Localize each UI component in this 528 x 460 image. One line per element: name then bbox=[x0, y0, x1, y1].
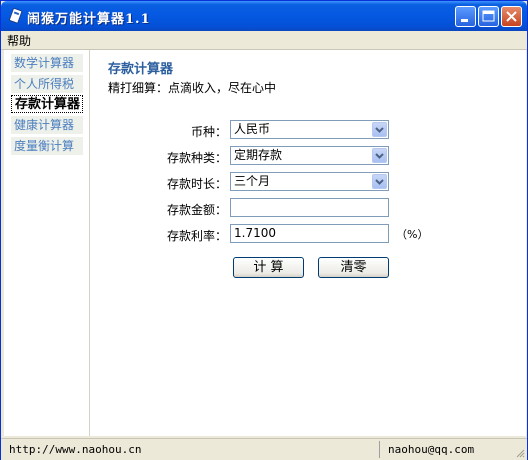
sidebar-item-income-tax[interactable]: 个人所得税 bbox=[11, 75, 83, 93]
menu-help[interactable]: 帮助 bbox=[7, 32, 31, 49]
main-panel: 存款计算器 精打细算：点滴收入，尽在心中 币种： 人民币 存款种类： 定期存款 … bbox=[90, 50, 526, 436]
app-icon bbox=[8, 8, 23, 24]
chevron-down-icon[interactable] bbox=[372, 122, 387, 137]
status-divider bbox=[379, 441, 380, 458]
currency-select[interactable]: 人民币 bbox=[230, 120, 389, 139]
minimize-icon bbox=[461, 19, 468, 22]
menu-bar: 帮助 bbox=[1, 31, 527, 50]
rate-unit: （%） bbox=[396, 228, 429, 241]
duration-label: 存款时长： bbox=[166, 177, 227, 191]
resize-grip-icon[interactable] bbox=[515, 448, 525, 458]
page-title: 存款计算器 bbox=[108, 62, 174, 77]
sidebar-item-health[interactable]: 健康计算器 bbox=[11, 116, 83, 134]
deposit-type-label: 存款种类： bbox=[166, 151, 227, 165]
app-window: 闹猴万能计算器1.1 帮助 数学计算器 个人所得税 存款计算器 健康计算器 度量… bbox=[0, 0, 528, 460]
rate-input[interactable]: 1.7100 bbox=[230, 224, 389, 243]
maximize-icon bbox=[482, 10, 495, 22]
status-bar: http://www.naohou.cn naohou@qq.com bbox=[1, 438, 527, 460]
deposit-type-select[interactable]: 定期存款 bbox=[230, 146, 389, 165]
sidebar-item-deposit[interactable]: 存款计算器 bbox=[11, 95, 83, 113]
page-subtitle: 精打细算：点滴收入，尽在心中 bbox=[108, 81, 277, 95]
amount-input[interactable] bbox=[230, 198, 389, 217]
currency-label: 币种： bbox=[190, 125, 227, 139]
calculate-button[interactable]: 计 算 bbox=[233, 257, 304, 278]
clear-button[interactable]: 清零 bbox=[318, 257, 389, 278]
sidebar-item-math[interactable]: 数学计算器 bbox=[11, 54, 83, 72]
duration-select[interactable]: 三个月 bbox=[230, 172, 389, 191]
currency-value: 人民币 bbox=[234, 122, 271, 136]
close-icon bbox=[506, 11, 517, 22]
chevron-down-icon[interactable] bbox=[372, 174, 387, 189]
rate-label: 存款利率： bbox=[166, 229, 227, 243]
minimize-button[interactable] bbox=[455, 6, 476, 27]
deposit-type-value: 定期存款 bbox=[234, 148, 283, 162]
title-bar[interactable]: 闹猴万能计算器1.1 bbox=[1, 1, 527, 31]
close-button[interactable] bbox=[501, 6, 522, 27]
status-email: naohou@qq.com bbox=[388, 443, 475, 456]
chevron-down-icon[interactable] bbox=[372, 148, 387, 163]
sidebar-item-measure[interactable]: 度量衡计算 bbox=[11, 137, 83, 155]
amount-label: 存款金额： bbox=[166, 203, 227, 217]
status-url: http://www.naohou.cn bbox=[9, 443, 142, 456]
window-title: 闹猴万能计算器1.1 bbox=[27, 12, 151, 27]
duration-value: 三个月 bbox=[234, 174, 271, 188]
maximize-button[interactable] bbox=[478, 6, 499, 27]
sidebar: 数学计算器 个人所得税 存款计算器 健康计算器 度量衡计算 bbox=[4, 50, 90, 436]
